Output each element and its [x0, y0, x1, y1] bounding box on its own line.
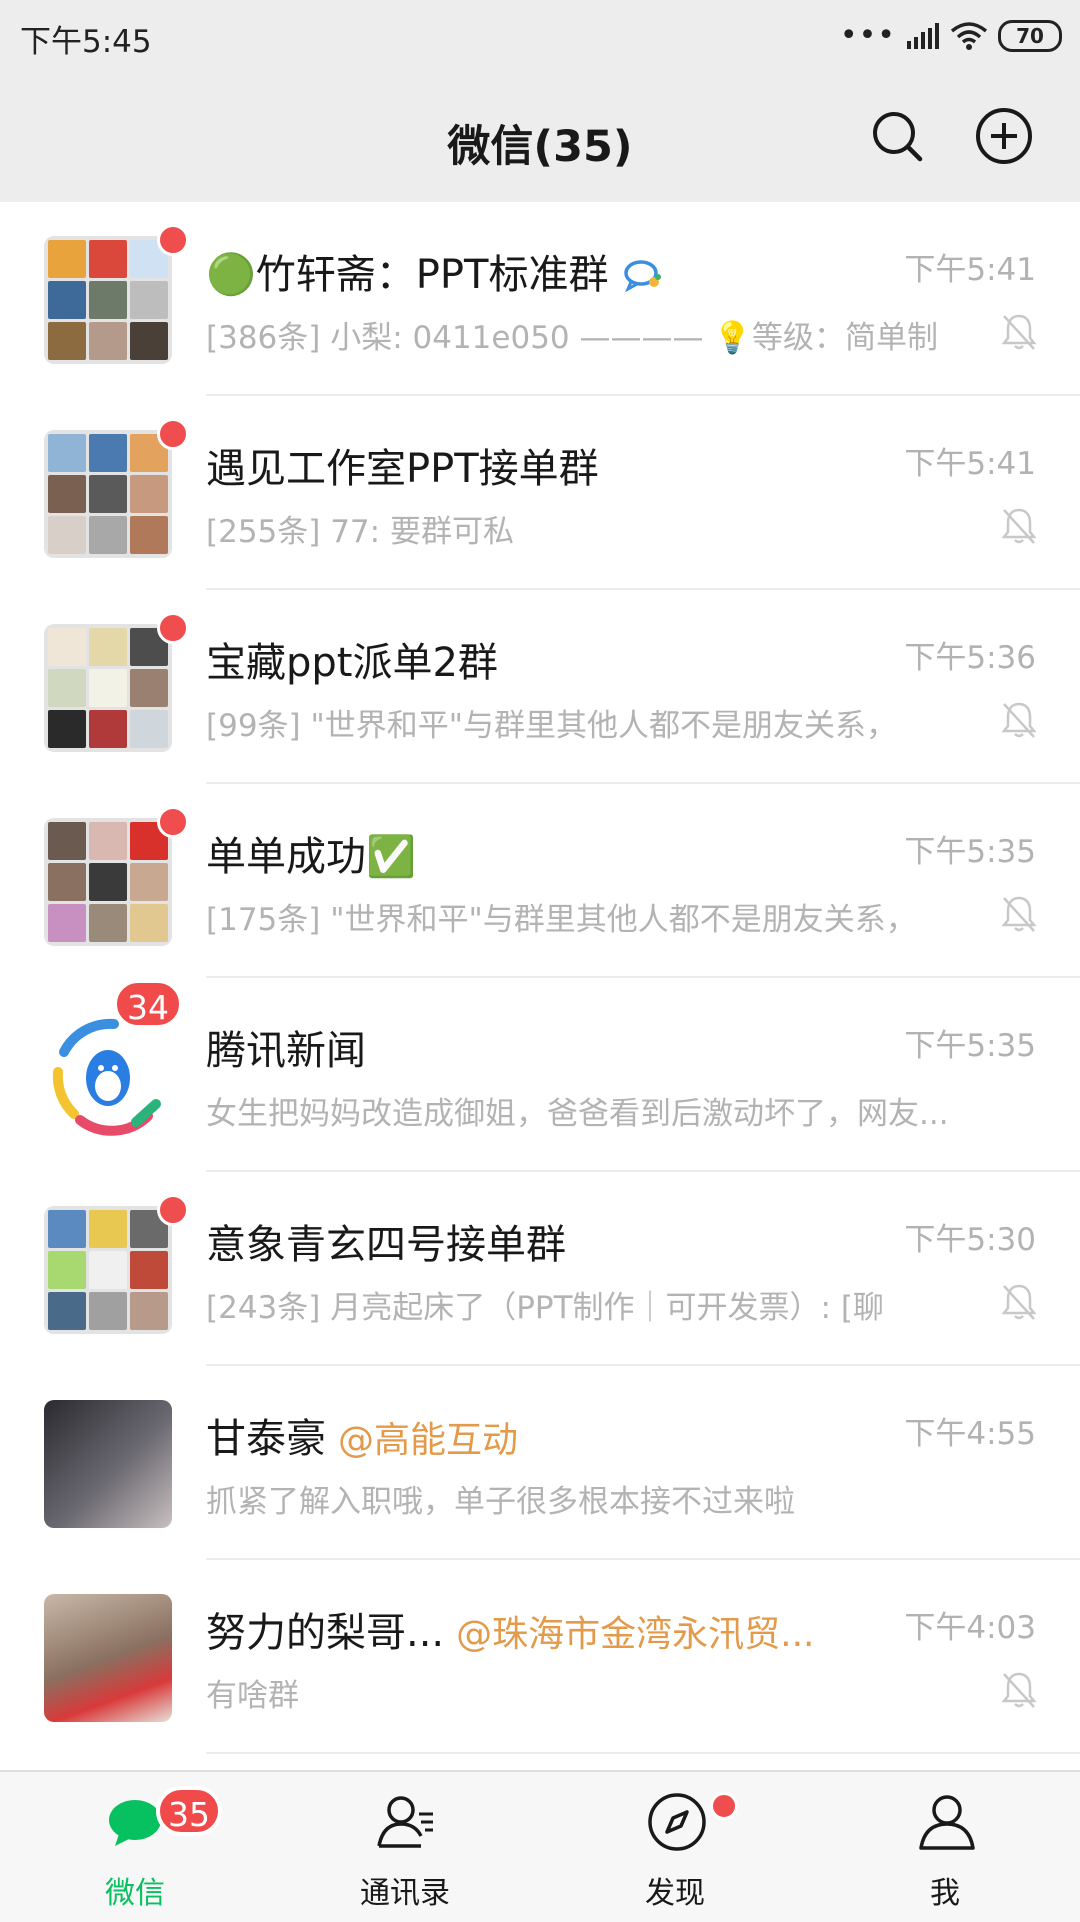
tab-label: 微信 — [105, 1876, 165, 1911]
tab-unread-badge: 35 — [156, 1786, 222, 1836]
chat-list: 🟢竹轩斋：PPT标准群 下午5:41 [386条] 小梨: 0411e050 —… — [0, 202, 1080, 1754]
chat-time: 下午5:35 — [904, 834, 1036, 870]
chat-time: 下午5:41 — [904, 252, 1036, 288]
chat-row[interactable]: 34 腾讯新闻 下午5:35 女生把妈妈改造成御姐，爸爸看到后激动坏了，网友..… — [0, 978, 1080, 1172]
user-avatar — [44, 1594, 172, 1722]
mute-bell-icon — [1001, 1284, 1037, 1320]
chat-name: 遇见工作室PPT接单群 — [206, 446, 599, 492]
mention-tag: @珠海市金湾永汛贸... — [456, 1614, 815, 1655]
battery-indicator: 70 — [998, 20, 1062, 52]
tab-label: 通讯录 — [360, 1876, 450, 1911]
chat-time: 下午4:55 — [904, 1416, 1036, 1452]
mute-bell-icon — [1001, 896, 1037, 932]
chat-row[interactable]: 努力的梨哥... @珠海市金湾永汛贸... 下午4:03 有啥群 — [0, 1560, 1080, 1754]
group-avatar — [44, 624, 172, 752]
search-icon[interactable] — [867, 106, 927, 166]
status-time: 下午5:45 — [20, 24, 152, 60]
chat-preview: [386条] 小梨: 0411e050 ———— 💡等级：简单制 — [206, 320, 938, 356]
tab-label: 我 — [930, 1876, 960, 1911]
group-avatar — [44, 1206, 172, 1334]
chat-preview: [99条] "世界和平"与群里其他人都不是朋友关系， — [206, 708, 898, 744]
chat-name: 腾讯新闻 — [206, 1028, 366, 1074]
unread-dot — [157, 612, 189, 644]
chat-row[interactable]: 单单成功✅ 下午5:35 [175条] "世界和平"与群里其他人都不是朋友关系， — [0, 784, 1080, 978]
chat-row[interactable]: 🟢竹轩斋：PPT标准群 下午5:41 [386条] 小梨: 0411e050 —… — [0, 202, 1080, 396]
chat-row[interactable]: 意象青玄四号接单群 下午5:30 [243条] 月亮起床了（PPT制作｜可开发票… — [0, 1172, 1080, 1366]
tab-contacts[interactable]: 通讯录 — [270, 1772, 540, 1922]
group-avatar — [44, 236, 172, 364]
chat-preview: [255条] 77: 要群可私 — [206, 514, 514, 550]
contacts-icon — [377, 1796, 433, 1848]
group-avatar — [44, 818, 172, 946]
more-dots-icon: ••• — [839, 18, 896, 53]
chat-row[interactable]: 甘泰豪 @高能互动 下午4:55 抓紧了解入职哦，单子很多根本接不过来啦 — [0, 1366, 1080, 1560]
mute-bell-icon — [1001, 702, 1037, 738]
chat-preview: [243条] 月亮起床了（PPT制作｜可开发票）: [聊 — [206, 1290, 884, 1326]
chat-preview: 女生把妈妈改造成御姐，爸爸看到后激动坏了，网友... — [206, 1096, 946, 1132]
chat-row[interactable]: 宝藏ppt派单2群 下午5:36 [99条] "世界和平"与群里其他人都不是朋友… — [0, 590, 1080, 784]
chat-name: 单单成功✅ — [206, 834, 416, 880]
unread-dot — [157, 806, 189, 838]
group-avatar — [44, 430, 172, 558]
title-bar: 微信(35) — [0, 80, 1080, 202]
status-bar: 下午5:45 ••• 70 — [0, 0, 1080, 80]
tab-discover[interactable]: 发现 — [540, 1772, 810, 1922]
mute-bell-icon — [1001, 508, 1037, 544]
wecom-icon — [624, 260, 662, 293]
unread-dot — [157, 224, 189, 256]
chat-name: 意象青玄四号接单群 — [206, 1222, 566, 1268]
chat-preview: [175条] "世界和平"与群里其他人都不是朋友关系， — [206, 902, 917, 938]
mention-tag: @高能互动 — [338, 1420, 519, 1461]
mute-bell-icon — [1001, 1672, 1037, 1708]
chat-name: 努力的梨哥... @珠海市金湾永汛贸... — [206, 1610, 815, 1656]
person-icon — [919, 1795, 975, 1850]
tab-label: 发现 — [645, 1876, 705, 1911]
tab-chats[interactable]: 35 微信 — [0, 1772, 270, 1922]
tab-unread-dot — [710, 1792, 738, 1820]
unread-dot — [157, 418, 189, 450]
chat-preview: 抓紧了解入职哦，单子很多根本接不过来啦 — [206, 1484, 795, 1520]
chat-preview: 有啥群 — [206, 1678, 299, 1714]
user-avatar — [44, 1400, 172, 1528]
status-icons: ••• 70 — [840, 16, 1062, 56]
chat-time: 下午4:03 — [904, 1610, 1036, 1646]
unread-dot — [157, 1194, 189, 1226]
chat-row[interactable]: 遇见工作室PPT接单群 下午5:41 [255条] 77: 要群可私 — [0, 396, 1080, 590]
chat-time: 下午5:35 — [904, 1028, 1036, 1064]
bottom-tab-bar: 35 微信 通讯录 发现 我 — [0, 1770, 1080, 1922]
chat-name: 宝藏ppt派单2群 — [206, 640, 498, 686]
unread-count-badge: 34 — [113, 979, 183, 1029]
chat-time: 下午5:41 — [904, 446, 1036, 482]
mute-bell-icon — [1001, 314, 1037, 350]
add-circle-icon[interactable] — [974, 106, 1034, 166]
row-divider — [206, 1752, 1080, 1754]
signal-icon — [907, 23, 939, 49]
wifi-icon — [950, 22, 988, 50]
compass-icon — [648, 1793, 706, 1851]
chat-time: 下午5:36 — [904, 640, 1036, 676]
chat-time: 下午5:30 — [904, 1222, 1036, 1258]
tab-me[interactable]: 我 — [810, 1772, 1080, 1922]
chat-name: 🟢竹轩斋：PPT标准群 — [206, 242, 665, 300]
chat-name: 甘泰豪 @高能互动 — [206, 1416, 519, 1462]
